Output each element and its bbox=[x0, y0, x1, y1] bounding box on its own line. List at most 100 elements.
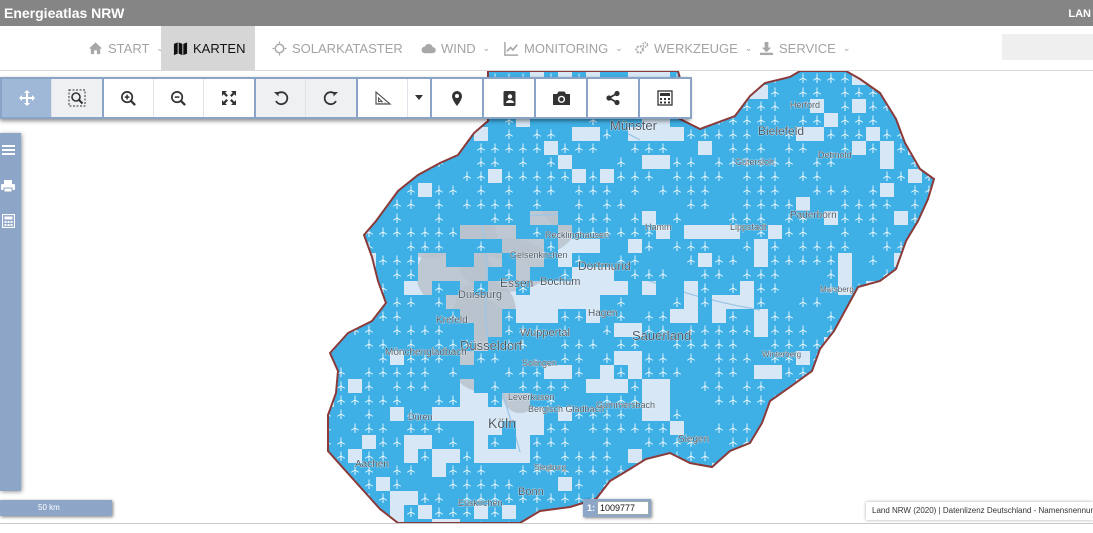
redo-button[interactable] bbox=[306, 79, 356, 117]
wind-turbine-icon bbox=[756, 451, 766, 461]
sun-icon bbox=[272, 40, 287, 56]
wind-turbine-icon bbox=[840, 409, 850, 419]
marker-button[interactable] bbox=[432, 79, 482, 117]
wind-turbine-icon bbox=[448, 143, 458, 153]
side-calculator-button[interactable] bbox=[0, 210, 16, 232]
wind-cell bbox=[348, 435, 362, 449]
nav-solarkataster[interactable]: SOLARKATASTER bbox=[272, 26, 403, 70]
wind-cell bbox=[908, 267, 922, 295]
wind-cell bbox=[922, 337, 934, 351]
toolbar-group-zoom bbox=[102, 77, 256, 119]
wind-cell bbox=[852, 365, 866, 379]
wind-cell bbox=[810, 491, 824, 505]
nav-wind[interactable]: WIND ⌄ bbox=[421, 26, 490, 70]
bookmark-button[interactable] bbox=[484, 79, 534, 117]
wind-cell bbox=[936, 239, 950, 253]
nrw-map: Münster Bielefeld Herford Detmold Gütersloh P… bbox=[327, 71, 964, 523]
nav-service[interactable]: SERVICE ⌄ bbox=[759, 26, 850, 70]
toolbar-group-bookmark bbox=[482, 77, 536, 119]
wind-turbine-icon bbox=[840, 381, 850, 391]
nav-monitoring[interactable]: MONITORING ⌄ bbox=[504, 26, 623, 70]
print-button[interactable] bbox=[0, 175, 16, 197]
toolbar-group-calculator bbox=[638, 77, 692, 119]
zoom-out-icon bbox=[171, 90, 186, 106]
pan-button[interactable] bbox=[2, 79, 52, 117]
wind-cell bbox=[614, 239, 628, 253]
wind-cell bbox=[432, 211, 460, 225]
nav-karten[interactable]: KARTEN bbox=[161, 26, 255, 70]
wind-turbine-icon bbox=[840, 367, 850, 377]
wind-cell bbox=[922, 449, 934, 463]
wind-cell bbox=[642, 463, 656, 491]
wind-cell bbox=[600, 141, 628, 155]
nav-start[interactable]: START ⌄ bbox=[86, 26, 166, 70]
wind-cell bbox=[852, 323, 880, 337]
wind-cell bbox=[880, 449, 908, 477]
wind-cell bbox=[908, 351, 922, 379]
wind-cell bbox=[782, 407, 810, 421]
zoom-out-button[interactable] bbox=[154, 79, 204, 117]
zoom-box-button[interactable] bbox=[52, 79, 102, 117]
wind-turbine-icon bbox=[336, 213, 346, 223]
wind-cell bbox=[936, 141, 950, 155]
wind-cell bbox=[754, 505, 768, 519]
wind-turbine-icon bbox=[328, 199, 332, 209]
footer-strip bbox=[0, 523, 1093, 533]
wind-cell bbox=[390, 449, 404, 463]
wind-turbine-icon bbox=[812, 465, 822, 475]
wind-cell bbox=[348, 365, 362, 379]
wind-cell bbox=[628, 435, 642, 449]
wind-turbine-icon bbox=[644, 465, 654, 475]
wind-turbine-icon bbox=[728, 101, 738, 111]
map-label: Düsseldorf bbox=[460, 338, 523, 353]
wind-cell bbox=[670, 281, 684, 295]
map-label: Hamm bbox=[645, 222, 672, 232]
wind-turbine-icon bbox=[392, 157, 402, 167]
wind-cell bbox=[936, 407, 950, 421]
scale-input[interactable] bbox=[597, 501, 649, 515]
wind-turbine-icon bbox=[328, 269, 332, 279]
calculator-button[interactable] bbox=[640, 79, 690, 117]
wind-turbine-icon bbox=[868, 297, 878, 307]
wind-cell bbox=[810, 449, 824, 463]
wind-turbine-icon bbox=[714, 87, 724, 97]
measure-button[interactable] bbox=[358, 79, 408, 117]
layers-button[interactable] bbox=[0, 139, 16, 161]
wind-turbine-icon bbox=[328, 367, 332, 377]
app-root: Energieatlas NRW LAN START ⌄ KARTEN SOLA… bbox=[0, 0, 1093, 533]
wind-turbine-icon bbox=[392, 143, 402, 153]
wind-cell bbox=[908, 365, 922, 379]
chart-line-icon bbox=[504, 41, 519, 56]
search-input[interactable] bbox=[1002, 34, 1093, 60]
chevron-down-icon: ⌄ bbox=[744, 42, 753, 53]
wind-turbine-icon bbox=[700, 479, 710, 489]
wind-cell bbox=[824, 491, 838, 505]
wind-cell bbox=[796, 323, 824, 337]
wind-turbine-icon bbox=[742, 493, 752, 503]
screenshot-button[interactable] bbox=[536, 79, 586, 117]
share-button[interactable] bbox=[588, 79, 638, 117]
wind-turbine-icon bbox=[854, 339, 864, 349]
wind-turbine-icon bbox=[364, 507, 374, 517]
zoom-in-button[interactable] bbox=[104, 79, 154, 117]
full-extent-button[interactable] bbox=[204, 79, 254, 117]
wind-cell bbox=[894, 309, 908, 323]
wind-cell bbox=[712, 211, 726, 225]
wind-cell bbox=[362, 127, 376, 141]
wind-cell bbox=[328, 155, 334, 169]
wind-turbine-icon bbox=[939, 144, 947, 154]
measure-dropdown-button[interactable] bbox=[408, 79, 430, 117]
wind-cell bbox=[516, 197, 530, 211]
map-label: Aachen bbox=[355, 459, 389, 470]
wind-turbine-icon bbox=[328, 227, 332, 237]
wind-turbine-icon bbox=[939, 270, 947, 280]
map-canvas[interactable]: Münster Bielefeld Herford Detmold Gütersloh P… bbox=[0, 71, 1093, 523]
wind-cell bbox=[670, 379, 684, 393]
wind-cell bbox=[936, 365, 964, 393]
wind-turbine-icon bbox=[658, 479, 668, 489]
wind-cell bbox=[782, 463, 796, 477]
nav-werkzeuge[interactable]: WERKZEUGE ⌄ bbox=[634, 26, 752, 70]
wind-turbine-icon bbox=[406, 157, 416, 167]
wind-cell bbox=[922, 421, 934, 449]
undo-button[interactable] bbox=[256, 79, 306, 117]
